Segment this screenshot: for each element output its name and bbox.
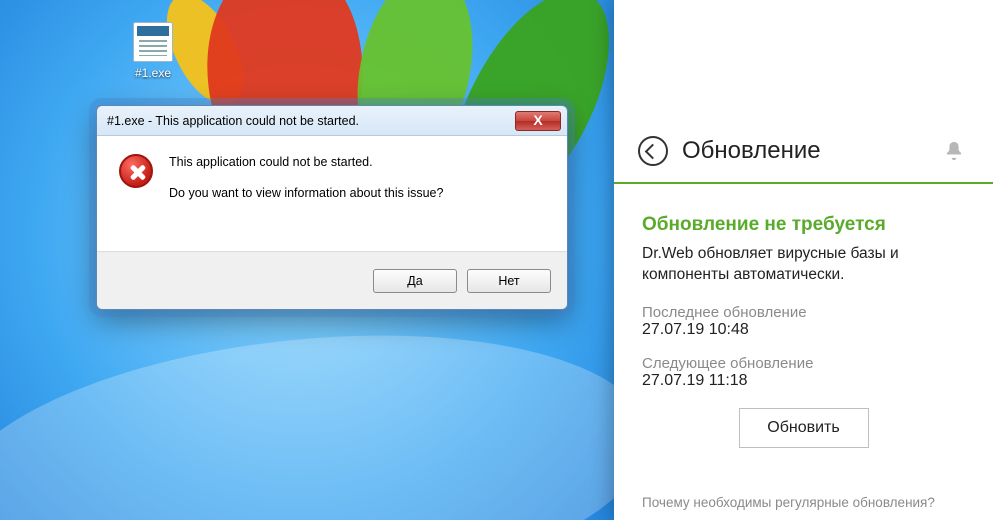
update-status: Обновление не требуется <box>642 214 965 236</box>
last-update-label: Последнее обновление <box>642 304 965 321</box>
dialog-titlebar[interactable]: #1.exe - This application could not be s… <box>97 106 567 136</box>
no-button[interactable]: Нет <box>467 269 551 293</box>
last-update-block: Последнее обновление 27.07.19 10:48 <box>642 304 965 339</box>
next-update-block: Следующее обновление 27.07.19 11:18 <box>642 355 965 390</box>
back-button[interactable] <box>638 136 668 166</box>
notifications-button[interactable] <box>943 140 965 162</box>
drweb-body: Обновление не требуется Dr.Web обновляет… <box>614 184 993 448</box>
dialog-button-row: Да Нет <box>97 251 567 309</box>
dialog-message-line2: Do you want to view information about th… <box>169 185 443 202</box>
close-button[interactable]: X <box>515 111 561 131</box>
drweb-header: Обновление <box>614 118 993 184</box>
dialog-body: This application could not be started. D… <box>97 136 567 251</box>
desktop-shortcut[interactable]: #1.exe <box>118 22 188 80</box>
update-description: Dr.Web обновляет вирусные базы и компоне… <box>642 244 965 286</box>
next-update-value: 27.07.19 11:18 <box>642 372 965 390</box>
last-update-value: 27.07.19 10:48 <box>642 321 965 339</box>
file-icon <box>133 22 173 62</box>
faq-link[interactable]: Почему необходимы регулярные обновления? <box>642 495 965 510</box>
desktop-shortcut-label: #1.exe <box>118 66 188 80</box>
drweb-panel: Обновление Обновление не требуется Dr.We… <box>614 0 993 520</box>
wallpaper-decor <box>0 304 662 520</box>
yes-button[interactable]: Да <box>373 269 457 293</box>
update-now-button[interactable]: Обновить <box>739 408 869 448</box>
next-update-label: Следующее обновление <box>642 355 965 372</box>
dialog-message-line1: This application could not be started. <box>169 154 443 171</box>
error-icon <box>119 154 153 188</box>
panel-title: Обновление <box>682 137 943 165</box>
bell-icon <box>943 140 965 162</box>
error-dialog: #1.exe - This application could not be s… <box>96 105 568 310</box>
dialog-title: #1.exe - This application could not be s… <box>107 114 359 128</box>
dialog-message: This application could not be started. D… <box>169 154 443 241</box>
